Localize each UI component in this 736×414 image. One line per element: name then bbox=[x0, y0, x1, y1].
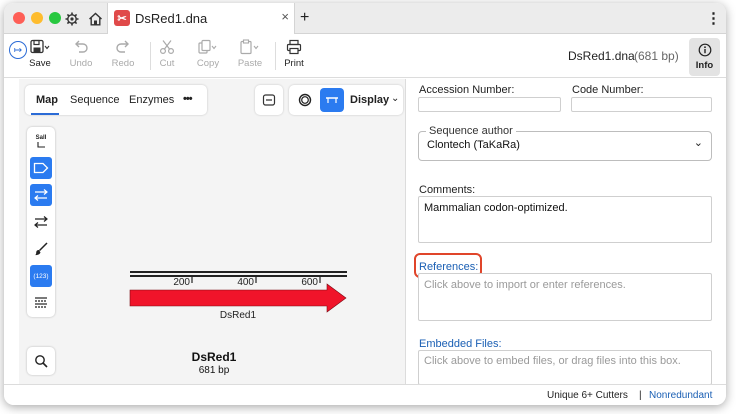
map-view: Map Sequence Enzymes ••• Display ⌄ SalI bbox=[19, 79, 405, 385]
status-bar: Unique 6+ Cutters | Nonredundant bbox=[4, 384, 726, 405]
feature-label[interactable]: DsRed1 bbox=[220, 310, 257, 321]
paste-label: Paste bbox=[237, 58, 263, 69]
document-name: DsRed1.dna bbox=[568, 49, 635, 63]
copy-button[interactable]: Copy bbox=[188, 39, 228, 69]
close-window-button[interactable] bbox=[13, 12, 25, 24]
tab-title: DsRed1.dna bbox=[135, 11, 208, 26]
info-button[interactable]: Info bbox=[689, 38, 720, 76]
sequence-author-value: Clontech (TaKaRa) bbox=[427, 139, 520, 151]
cutters-filter[interactable]: Unique 6+ Cutters bbox=[547, 390, 628, 401]
document-tab[interactable]: ✂ DsRed1.dna × bbox=[107, 3, 295, 34]
sequence-author-legend: Sequence author bbox=[426, 125, 516, 137]
embedded-files-box[interactable]: Click above to embed files, or drag file… bbox=[418, 350, 712, 385]
scissors-icon bbox=[159, 40, 175, 55]
dsred1-feature-arrow[interactable] bbox=[129, 283, 347, 313]
comments-textarea[interactable]: Mammalian codon-optimized. bbox=[418, 196, 712, 243]
references-link[interactable]: References: bbox=[419, 261, 478, 273]
code-number-input[interactable] bbox=[571, 97, 712, 112]
tick-label: 400 bbox=[237, 277, 254, 288]
copy-icon bbox=[198, 39, 217, 54]
undo-label: Undo bbox=[69, 58, 93, 69]
tick-label: 200 bbox=[173, 277, 190, 288]
tab-close-button[interactable]: × bbox=[281, 9, 289, 24]
window-menu-button[interactable]: ⋮ bbox=[706, 9, 721, 27]
clipboard-icon bbox=[240, 39, 259, 55]
linear-map-canvas: 200 400 600 DsRed1 DsRed1 681 bp bbox=[129, 271, 347, 376]
new-tab-button[interactable]: + bbox=[300, 9, 309, 27]
document-size: (681 bp) bbox=[634, 49, 679, 63]
zoom-window-button[interactable] bbox=[49, 12, 61, 24]
cut-button[interactable]: Cut bbox=[147, 39, 187, 69]
home-icon[interactable] bbox=[85, 9, 105, 29]
find-button[interactable] bbox=[27, 347, 55, 375]
info-icon bbox=[698, 43, 711, 57]
position-ticks: 200 400 600 bbox=[173, 276, 321, 288]
code-number-label: Code Number: bbox=[572, 84, 644, 96]
copy-label: Copy bbox=[196, 58, 220, 69]
accession-label: Accession Number: bbox=[419, 84, 515, 96]
references-box[interactable]: Click above to import or enter reference… bbox=[418, 273, 712, 321]
embedded-files-link[interactable]: Embedded Files: bbox=[419, 338, 502, 350]
undo-icon bbox=[75, 40, 88, 53]
sequence-author-select[interactable]: Sequence author Clontech (TaKaRa) ⌄ bbox=[418, 125, 712, 161]
chevron-down-icon: ⌄ bbox=[693, 137, 703, 149]
undo-button[interactable]: Undo bbox=[61, 39, 101, 69]
status-divider: | bbox=[639, 390, 642, 401]
save-icon bbox=[30, 39, 50, 54]
print-label: Print bbox=[284, 58, 304, 69]
paste-button[interactable]: Paste bbox=[230, 39, 270, 69]
title-bar: ✂ DsRed1.dna × + ⋮ bbox=[4, 3, 726, 34]
sequence-name: DsRed1 bbox=[192, 350, 237, 364]
nonredundant-link[interactable]: Nonredundant bbox=[649, 390, 712, 401]
redo-icon bbox=[116, 40, 129, 53]
info-panel: Accession Number: Code Number: Sequence … bbox=[405, 79, 726, 385]
minimize-window-button[interactable] bbox=[31, 12, 43, 24]
snapgene-file-icon: ✂ bbox=[114, 10, 130, 26]
save-label: Save bbox=[29, 58, 51, 69]
sequence-length: 681 bp bbox=[199, 365, 230, 376]
print-button[interactable]: Print bbox=[274, 39, 314, 69]
app-window: ✂ DsRed1.dna × + ⋮ Save Undo Redo Cut Co… bbox=[4, 3, 726, 405]
main-toolbar: Save Undo Redo Cut Copy Paste Print DsRe… bbox=[4, 34, 726, 78]
embedded-files-placeholder: Click above to embed files, or drag file… bbox=[424, 355, 681, 367]
comments-label: Comments: bbox=[419, 184, 476, 196]
redo-label: Redo bbox=[111, 58, 135, 69]
gear-icon[interactable] bbox=[62, 9, 82, 29]
printer-icon bbox=[286, 39, 302, 55]
search-icon bbox=[35, 355, 48, 368]
accession-input[interactable] bbox=[418, 97, 561, 112]
comments-value: Mammalian codon-optimized. bbox=[424, 202, 568, 214]
references-placeholder: Click above to import or enter reference… bbox=[424, 279, 626, 291]
redo-button[interactable]: Redo bbox=[103, 39, 143, 69]
info-label: Info bbox=[695, 60, 714, 71]
sidebar-toggle-icon[interactable]: ↦ bbox=[9, 41, 27, 59]
cut-label: Cut bbox=[159, 58, 175, 69]
tick-label: 600 bbox=[301, 277, 318, 288]
